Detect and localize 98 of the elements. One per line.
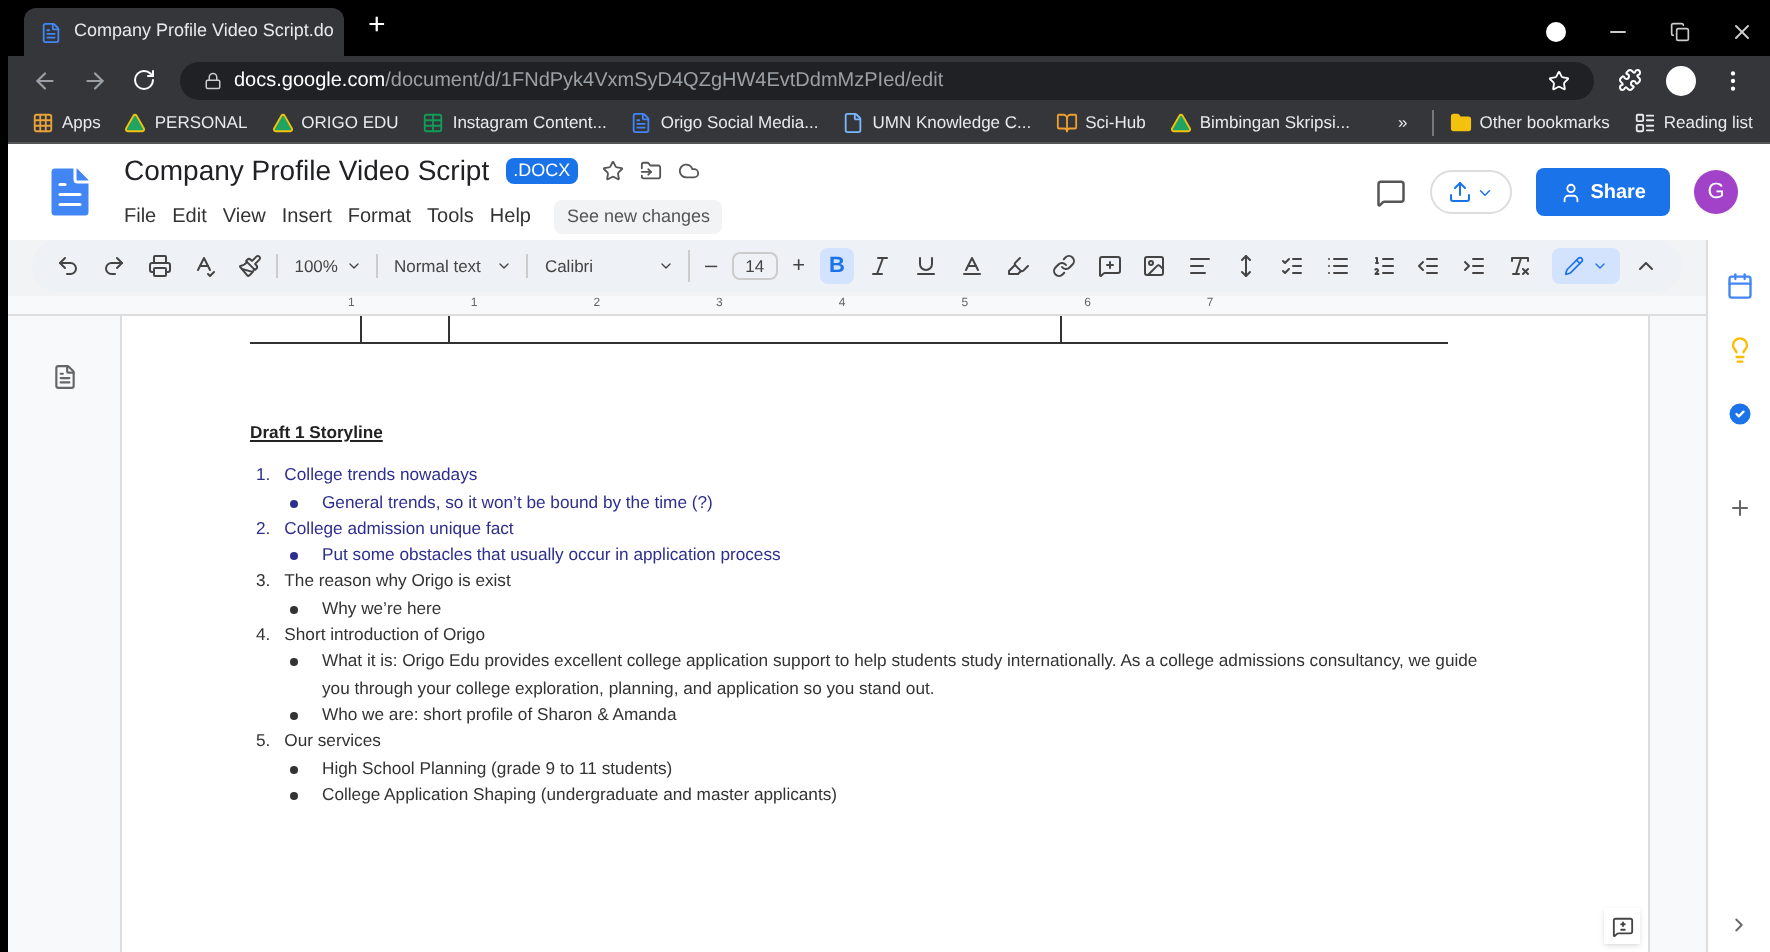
list-number: 5. (256, 728, 271, 755)
zoom-dropdown[interactable]: 100% (276, 253, 370, 279)
drive-icon (271, 112, 294, 134)
pencil-icon (1564, 256, 1585, 276)
font-dropdown[interactable]: Calibri (526, 253, 682, 279)
list-item: Short introduction of Origo (284, 622, 485, 649)
list-item: College admission unique fact (284, 515, 514, 542)
bookmark[interactable]: ORIGO EDU (271, 110, 399, 136)
list-number: 3. (256, 568, 271, 595)
caret-icon (345, 258, 362, 274)
browser-tab[interactable]: Company Profile Video Script.do (24, 8, 344, 56)
menu-item[interactable]: File (124, 202, 157, 232)
comments-icon[interactable] (1376, 177, 1407, 207)
page-icon (842, 112, 865, 134)
bullet-icon (290, 658, 298, 667)
list-number: 2. (256, 515, 271, 542)
menu-item[interactable]: View (222, 202, 266, 232)
menu-item[interactable]: Edit (172, 202, 207, 232)
outline-icon[interactable] (51, 364, 77, 390)
bullet-icon (290, 499, 298, 508)
reading-list-icon (1633, 112, 1656, 134)
bookmark[interactable]: Sci-Hub (1055, 110, 1146, 136)
more-bookmarks[interactable]: » (1397, 110, 1408, 136)
increase-size-button[interactable]: + (784, 249, 814, 283)
cloud-icon[interactable] (678, 159, 701, 182)
reload-icon[interactable] (132, 68, 156, 92)
list-item: Who we are: short profile of Sharon & Amanda (322, 701, 677, 728)
person-icon (1560, 181, 1583, 203)
heading: Draft 1 Storyline (250, 420, 385, 446)
add-comment-icon (1611, 915, 1633, 937)
add-icon[interactable] (1727, 496, 1751, 520)
list-number: 1. (256, 462, 271, 489)
caret-icon (496, 258, 513, 274)
url-text: docs.google.com/document/d/1FNdPyk4VxmSyD4QZgHW4EvtDdmMzPIed/edit (234, 67, 944, 95)
reading-list[interactable]: Reading list (1633, 110, 1753, 136)
menu-item[interactable]: Help (489, 202, 531, 232)
list-item: High School Planning (grade 9 to 11 students) (322, 755, 673, 782)
restore-icon[interactable] (1670, 22, 1690, 42)
editing-mode-button[interactable] (1552, 248, 1621, 284)
drive-icon (1169, 112, 1192, 134)
list-item: College trends nowadays (284, 462, 478, 489)
move-icon[interactable] (640, 159, 663, 182)
present-button[interactable] (1430, 170, 1513, 214)
close-window-icon[interactable] (1730, 20, 1754, 44)
apps-icon (32, 112, 54, 134)
drive-icon (124, 112, 147, 134)
bullet-icon (290, 711, 298, 720)
document-title[interactable]: Company Profile Video Script (124, 149, 490, 192)
bullet-icon (290, 765, 298, 774)
extension-icon[interactable] (1666, 65, 1696, 95)
list-item: Put some obstacles that usually occur in application process (322, 542, 781, 569)
menu-item[interactable]: Format (347, 202, 412, 232)
document-icon (630, 112, 653, 134)
upload-icon (1448, 180, 1473, 204)
menu-item[interactable]: Insert (281, 202, 332, 232)
calendar-icon[interactable] (1725, 272, 1753, 300)
list-item: Why we’re here (322, 595, 442, 622)
bookmark[interactable]: Origo Social Media... (630, 110, 819, 136)
avatar[interactable]: G (1694, 170, 1738, 214)
new-tab-button[interactable]: + (344, 3, 410, 56)
bookmark[interactable]: UMN Knowledge C... (842, 110, 1032, 136)
bookmark[interactable]: PERSONAL (124, 110, 248, 136)
profile-icon[interactable] (1546, 22, 1566, 42)
menu-item[interactable]: Tools (427, 202, 474, 232)
font-size-field[interactable]: 14 (731, 251, 779, 281)
bookmark[interactable]: Apps (32, 110, 101, 136)
document-icon (40, 21, 62, 43)
bookmark[interactable]: Bimbingan Skripsi... (1169, 110, 1350, 136)
list-item: General trends, so it won’t be bound by the time (?) (322, 489, 713, 516)
caret-icon (657, 258, 674, 274)
list-item: College Application Shaping (undergraduate and master applicants) (322, 781, 838, 808)
lock-icon (204, 71, 222, 89)
other-bookmarks[interactable]: Other bookmarks (1431, 110, 1610, 136)
file-type-badge: .DOCX (505, 157, 579, 184)
list-item: What it is: Origo Edu provides excellent college application support to help students study internationally. As a college admissions consultancy, we guide you through your college exploration, planning, and application so you stand out. (322, 648, 1480, 702)
list-number: 4. (256, 622, 271, 649)
sheet-icon (422, 112, 445, 134)
bullet-icon (290, 791, 298, 800)
style-dropdown[interactable]: Normal text (375, 253, 521, 279)
add-comment-button[interactable] (1604, 908, 1640, 944)
star-icon[interactable] (602, 159, 625, 182)
share-button[interactable]: Share (1536, 168, 1670, 216)
bullet-icon (290, 605, 298, 614)
bullet-icon (290, 552, 298, 561)
address-bar[interactable]: docs.google.com/document/d/1FNdPyk4VxmSyD4QZgHW4EvtDdmMzPIed/edit (180, 61, 1594, 99)
see-new-changes-button[interactable]: See new changes (554, 199, 723, 235)
bookmark[interactable]: Instagram Content... (422, 110, 607, 136)
extensions-icon[interactable] (1618, 68, 1642, 92)
list-item: The reason why Origo is exist (284, 568, 511, 595)
forward-icon[interactable] (82, 67, 108, 93)
book-icon (1055, 112, 1078, 134)
list-item: Our services (284, 728, 381, 755)
caret-icon (1592, 258, 1609, 274)
back-icon[interactable] (32, 67, 58, 93)
folder-icon (1449, 112, 1472, 134)
decrease-size-button[interactable]: – (687, 249, 726, 283)
tab-title: Company Profile Video Script.do (74, 18, 334, 45)
check-circle-icon[interactable] (1725, 400, 1753, 428)
